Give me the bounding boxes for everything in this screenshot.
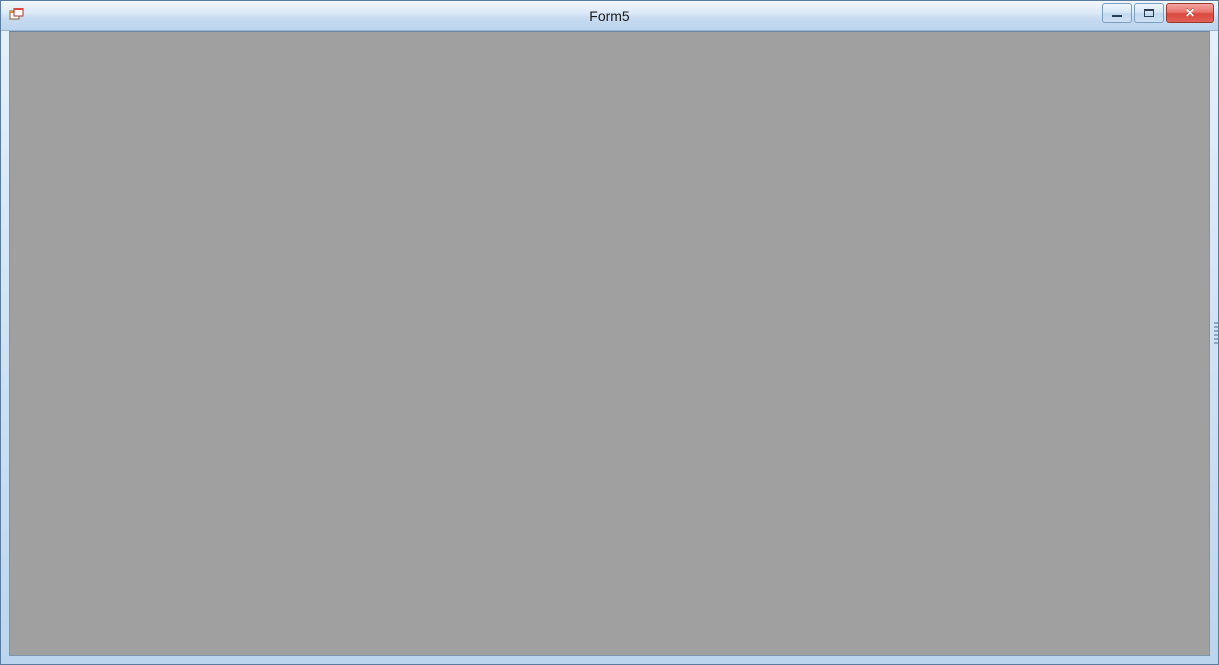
titlebar[interactable]: Form5 ✕ [1, 1, 1218, 31]
window-frame: Form5 ✕ [0, 0, 1219, 665]
minimize-icon [1112, 15, 1122, 17]
minimize-button[interactable] [1102, 3, 1132, 23]
window-controls: ✕ [1102, 3, 1214, 23]
window-title: Form5 [1, 1, 1218, 31]
app-icon [9, 8, 25, 24]
resize-grip-right[interactable] [1214, 322, 1218, 344]
close-button[interactable]: ✕ [1166, 3, 1214, 23]
maximize-button[interactable] [1134, 3, 1164, 23]
maximize-icon [1144, 9, 1154, 17]
client-area [9, 31, 1210, 656]
close-icon: ✕ [1185, 7, 1195, 19]
